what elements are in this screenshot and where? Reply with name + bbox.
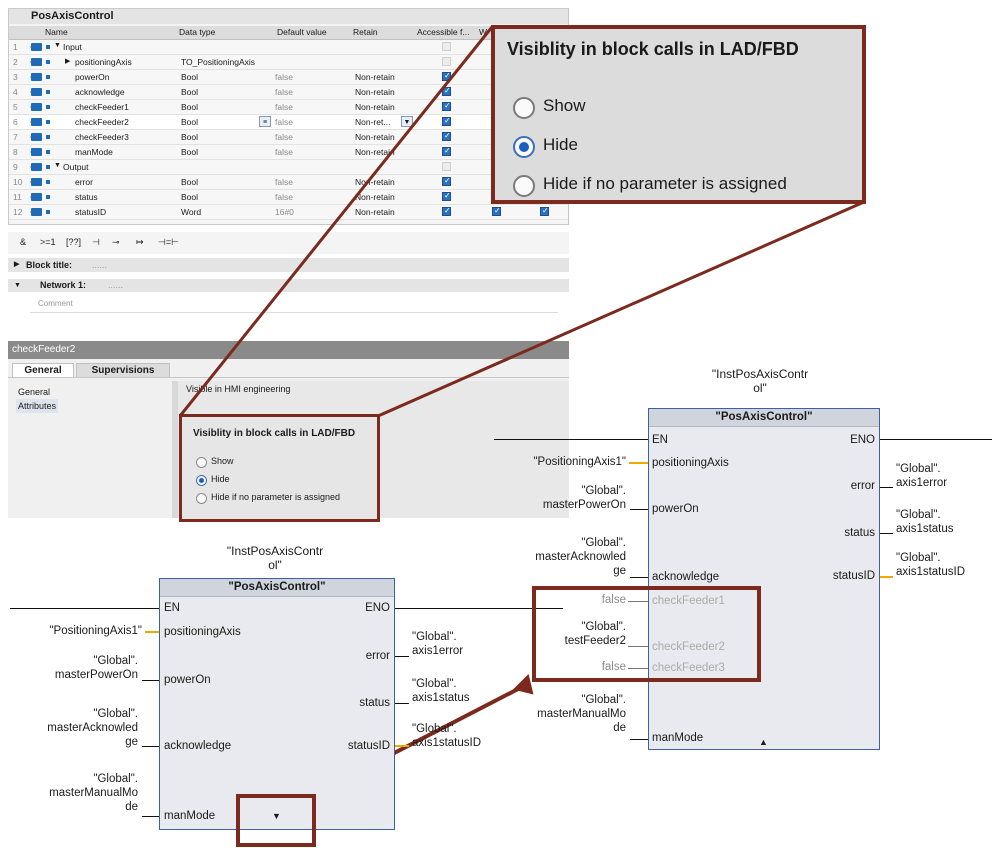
- param-error-right[interactable]: "Global". axis1error: [896, 462, 947, 490]
- param-poweron-left[interactable]: "Global". masterPowerOn: [10, 654, 138, 682]
- pin-powerOn-right[interactable]: powerOn: [652, 503, 699, 515]
- block-name-left: "PosAxisControl": [160, 579, 394, 597]
- status-wire-left: [395, 703, 409, 704]
- instance-name-left: "InstPosAxisContr ol": [226, 544, 324, 572]
- param-manmode-right[interactable]: "Global". masterManualMo de: [500, 693, 626, 735]
- ack-wire-right: [630, 577, 648, 578]
- poweron-wire-right: [630, 509, 648, 510]
- manmode-wire-right: [630, 739, 648, 740]
- eno-pin-left: ENO: [365, 602, 390, 614]
- expander-highlight: [236, 794, 316, 847]
- pin-acknowledge-right[interactable]: acknowledge: [652, 571, 719, 583]
- pin-status-right[interactable]: status: [844, 527, 875, 539]
- eno-pin-right: ENO: [850, 434, 875, 446]
- pin-statusID-right[interactable]: statusID: [833, 570, 875, 582]
- pin-manMode-left[interactable]: manMode: [164, 810, 215, 822]
- en-pin-left: EN: [164, 602, 180, 614]
- pin-positioningAxis-left[interactable]: positioningAxis: [164, 626, 241, 638]
- param-statusid-right[interactable]: "Global". axis1statusID: [896, 551, 965, 579]
- param-ack-right[interactable]: "Global". masterAcknowled ge: [500, 536, 626, 578]
- en-wire-left: [10, 608, 159, 609]
- pin-status-left[interactable]: status: [359, 697, 390, 709]
- param-poweron-right[interactable]: "Global". masterPowerOn: [500, 484, 626, 512]
- function-block-left[interactable]: "PosAxisControl" EN ENO positioningAxis …: [159, 578, 395, 830]
- poweron-wire-left: [142, 680, 159, 681]
- param-axis-left[interactable]: "PositioningAxis1": [0, 625, 142, 637]
- error-wire-right: [880, 487, 893, 488]
- param-ack-left[interactable]: "Global". masterAcknowled ge: [10, 707, 138, 749]
- pin-statusID-left[interactable]: statusID: [348, 740, 390, 752]
- param-axis-right[interactable]: "PositioningAxis1": [480, 456, 626, 468]
- statusid-wire-left: [395, 745, 409, 747]
- error-wire-left: [395, 656, 409, 657]
- param-status-right[interactable]: "Global". axis1status: [896, 508, 954, 536]
- en-wire-right: [494, 439, 648, 440]
- param-manmode-left[interactable]: "Global". masterManualMo de: [10, 772, 138, 814]
- param-statusid-left[interactable]: "Global". axis1statusID: [412, 722, 481, 750]
- pin-powerOn-left[interactable]: powerOn: [164, 674, 211, 686]
- block-name-right: "PosAxisControl": [649, 409, 879, 427]
- pin-positioningAxis-right[interactable]: positioningAxis: [652, 457, 729, 469]
- pin-error-right[interactable]: error: [851, 480, 875, 492]
- pin-error-left[interactable]: error: [366, 650, 390, 662]
- axis-wire-left: [145, 631, 159, 633]
- instance-name-right: "InstPosAxisContr ol": [711, 367, 809, 395]
- ack-wire-left: [142, 746, 159, 747]
- status-wire-right: [880, 533, 893, 534]
- statusid-wire-right: [880, 576, 893, 578]
- manmode-wire-left: [142, 816, 159, 817]
- pin-acknowledge-left[interactable]: acknowledge: [164, 740, 231, 752]
- collapse-arrow-right[interactable]: ▲: [759, 737, 768, 747]
- axis-wire-right: [629, 462, 648, 464]
- pin-manMode-right[interactable]: manMode: [652, 732, 703, 744]
- param-status-left[interactable]: "Global". axis1status: [412, 677, 470, 705]
- checkfeeder-highlight: [532, 586, 761, 682]
- eno-wire-right: [880, 439, 992, 440]
- function-block-right[interactable]: "PosAxisControl" EN ENO positioningAxis …: [648, 408, 880, 750]
- en-pin-right: EN: [652, 434, 668, 446]
- param-error-left[interactable]: "Global". axis1error: [412, 630, 463, 658]
